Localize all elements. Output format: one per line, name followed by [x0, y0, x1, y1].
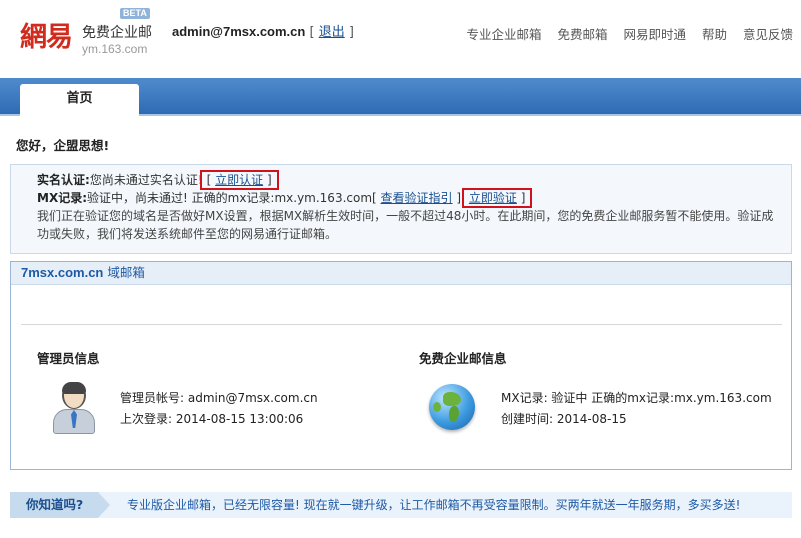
realname-verify-link[interactable]: 立即认证 — [215, 173, 263, 187]
mx-row: MX记录:验证中，尚未通过! 正确的mx记录:mx.ym.163.com[ 查看… — [37, 188, 791, 208]
tip-label: 你知道吗? — [10, 492, 110, 518]
tab-bar: 首页 — [0, 78, 801, 116]
admin-avatar-icon — [53, 382, 95, 434]
domain-suffix: 域邮箱 — [107, 265, 145, 280]
user-info: admin@7msx.com.cn [ 退出 ] — [172, 24, 354, 40]
free-created-time: 创建时间: 2014-08-15 — [501, 412, 627, 426]
beta-badge: BETA — [120, 8, 150, 19]
mx-action-highlight: 立即验证 ] — [461, 188, 533, 208]
logo-mark: 網易 — [20, 22, 73, 53]
greeting: 您好，企盟思想! — [16, 138, 110, 153]
domain-panel: 7msx.com.cn 域邮箱 管理员信息 管理员帐号: admin@7msx.… — [10, 261, 792, 470]
globe-icon — [429, 384, 475, 430]
free-mail-info-title: 免费企业邮信息 — [419, 351, 507, 366]
notice-description: 我们正在验证您的域名是否做好MX设置，根据MX解析生效时间，一般不超过48小时。… — [37, 209, 774, 241]
realname-label: 实名认证: — [37, 173, 90, 187]
nav-free-mail[interactable]: 免费邮箱 — [557, 27, 607, 42]
mx-verify-link[interactable]: 立即验证 — [469, 191, 517, 205]
nav-feedback[interactable]: 意见反馈 — [743, 27, 793, 42]
nav-popo[interactable]: 网易即时通 — [623, 27, 686, 42]
free-mx-record: MX记录: 验证中 正确的mx记录:mx.ym.163.com — [501, 391, 772, 405]
realname-row: 实名认证:您尚未通过实名认证![ 立即认证 ] — [37, 170, 791, 190]
admin-account: 管理员帐号: admin@7msx.com.cn — [120, 391, 318, 405]
realname-action-highlight: [ 立即认证 ] — [199, 170, 279, 190]
top-nav: 专业企业邮箱 免费邮箱 网易即时通 帮助 意见反馈 — [454, 24, 793, 43]
mx-label: MX记录: — [37, 191, 87, 205]
nav-help[interactable]: 帮助 — [702, 27, 727, 42]
nav-professional-mail[interactable]: 专业企业邮箱 — [466, 27, 541, 42]
user-email: admin@7msx.com.cn — [172, 24, 306, 39]
logo-product-name: 免费企业邮 — [82, 25, 152, 41]
tip-bar: 你知道吗? 专业版企业邮箱，已经无限容量! 现在就一键升级，让工作邮箱不再受容量… — [10, 492, 792, 518]
domain-name: 7msx.com.cn — [21, 265, 104, 280]
admin-info-title: 管理员信息 — [37, 351, 100, 366]
mx-guide-link[interactable]: 查看验证指引 — [381, 191, 453, 205]
domain-panel-header: 7msx.com.cn 域邮箱 — [11, 262, 791, 285]
tab-home[interactable]: 首页 — [20, 84, 139, 116]
logo[interactable]: 網易 免费企业邮 BETA ym.163.com — [20, 8, 170, 60]
verification-notice: 实名认证:您尚未通过实名认证![ 立即认证 ] MX记录:验证中，尚未通过! 正… — [10, 164, 792, 254]
tip-upgrade-link[interactable]: 专业版企业邮箱，已经无限容量! 现在就一键升级，让工作邮箱不再受容量限制。买两年… — [127, 492, 740, 518]
mx-status: 验证中，尚未通过! 正确的mx记录:mx.ym.163.com — [87, 191, 373, 205]
realname-status: 您尚未通过实名认证! — [89, 173, 203, 187]
admin-last-login: 上次登录: 2014-08-15 13:00:06 — [120, 412, 304, 426]
divider — [21, 324, 782, 325]
logout-link[interactable]: 退出 — [319, 25, 345, 40]
logo-url: ym.163.com — [82, 42, 148, 56]
